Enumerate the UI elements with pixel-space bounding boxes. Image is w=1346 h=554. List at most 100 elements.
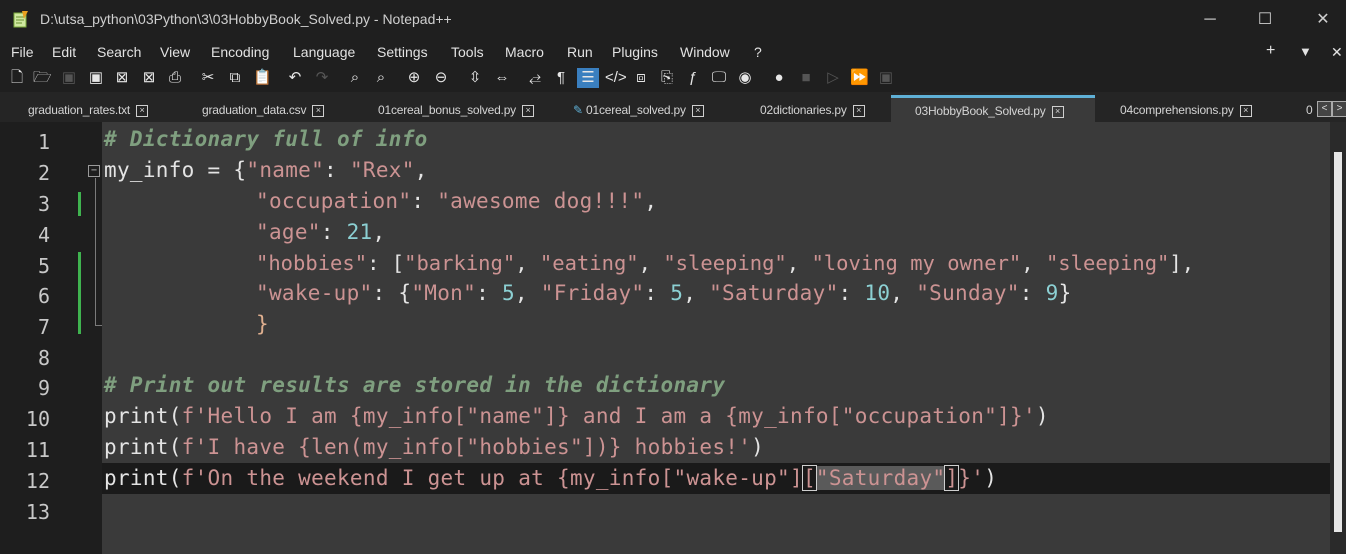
tab-close-icon[interactable]: × [136, 104, 149, 117]
menu-edit[interactable]: Edit [52, 44, 76, 60]
cut-icon[interactable]: ✂ [199, 68, 217, 88]
number-token: 9 [1045, 281, 1059, 305]
code-line-2: my_info = {"name": "Rex", [104, 158, 428, 182]
menu-run[interactable]: Run [567, 44, 593, 60]
tab-04comprehensions[interactable]: 04comprehensions.py × [1120, 98, 1252, 122]
string-token: "Friday" [540, 281, 645, 305]
xml-tag-icon[interactable]: </> [605, 68, 627, 88]
sync-vertical-icon[interactable]: ⇳ [466, 68, 484, 88]
string-token: "wake-up" [256, 281, 373, 305]
string-token: "Sunday" [916, 281, 1020, 305]
menu-tools[interactable]: Tools [451, 44, 484, 60]
close-all-icon[interactable]: ⊠ [140, 68, 158, 88]
code-token: , [414, 158, 428, 182]
folder-as-workspace-icon[interactable]: 🖵 [710, 68, 728, 88]
code-token: : [644, 281, 671, 305]
scrollbar-thumb[interactable] [1334, 152, 1342, 532]
maximize-button[interactable]: ☐ [1245, 6, 1285, 34]
tab-graduation-rates[interactable]: graduation_rates.txt × [28, 98, 149, 122]
tab-close-icon[interactable]: × [1239, 104, 1252, 117]
zoom-out-icon[interactable]: ⊖ [432, 68, 450, 88]
selected-text: "Saturday" [815, 466, 946, 490]
code-token: : [320, 220, 347, 244]
tab-01cereal-solved[interactable]: ✎ 01cereal_solved.py × [573, 98, 704, 122]
menu-view[interactable]: View [160, 44, 190, 60]
word-wrap-icon[interactable]: ⥄ [526, 68, 544, 88]
tab-graduation-data[interactable]: graduation_data.csv × [202, 98, 325, 122]
close-file-icon[interactable]: ⊠ [113, 68, 131, 88]
paste-icon[interactable]: 📋 [253, 68, 272, 88]
tab-02dictionaries[interactable]: 02dictionaries.py × [760, 98, 865, 122]
modified-pencil-icon: ✎ [573, 103, 583, 117]
string-token: "Rex" [349, 158, 415, 182]
line-number: 12 [25, 469, 50, 493]
find-icon[interactable]: ⌕ [346, 68, 364, 88]
replace-icon[interactable]: ⌕ [372, 68, 390, 88]
line-number-gutter: 1 2 3 4 5 6 7 8 9 10 11 12 13 [0, 122, 86, 554]
close-document-button[interactable]: ✕ [1331, 44, 1343, 61]
show-all-characters-icon[interactable]: ¶ [552, 68, 570, 88]
open-file-icon[interactable]: 🗁 [33, 68, 52, 88]
code-token: : [ [367, 251, 405, 275]
menu-file[interactable]: File [11, 44, 34, 60]
string-token: "name" [246, 158, 325, 182]
menu-settings[interactable]: Settings [377, 44, 428, 60]
string-token: "Mon" [411, 281, 477, 305]
menu-encoding[interactable]: Encoding [211, 44, 269, 60]
document-map-icon[interactable]: ⧈ [632, 68, 650, 88]
menu-language[interactable]: Language [293, 44, 355, 60]
fold-toggle-icon[interactable]: − [88, 165, 100, 177]
save-macro-icon[interactable]: ▣ [877, 68, 895, 88]
tab-close-icon[interactable]: × [1051, 105, 1064, 118]
menu-plugins[interactable]: Plugins [612, 44, 658, 60]
play-macro-icon[interactable]: ▷ [824, 68, 842, 88]
code-line-10: print(f'Hello I am {my_info["name"]} and… [104, 404, 1049, 428]
function-list-icon[interactable]: ƒ [684, 68, 702, 88]
new-tab-plus-button[interactable]: + [1266, 42, 1275, 60]
save-icon[interactable]: ▣ [60, 68, 78, 88]
document-list-icon[interactable]: ⎘ [658, 68, 676, 88]
minimize-button[interactable]: ─ [1190, 6, 1230, 34]
code-line-4: "age": 21, [256, 220, 385, 244]
tab-close-icon[interactable]: × [852, 104, 865, 117]
tab-scroll-left-button[interactable]: < [1317, 101, 1332, 117]
code-line-6: "wake-up": {"Mon": 5, "Friday": 5, "Satu… [256, 281, 1072, 305]
copy-icon[interactable]: ⧉ [226, 68, 244, 88]
document-tab-bar: graduation_rates.txt × graduation_data.cs… [0, 92, 1346, 122]
tab-close-icon[interactable]: × [312, 104, 325, 117]
run-macro-multiple-icon[interactable]: ⏩ [850, 68, 869, 88]
redo-icon[interactable]: ↷ [313, 68, 331, 88]
menu-window[interactable]: Window [680, 44, 730, 60]
tab-close-icon[interactable]: × [521, 104, 534, 117]
tab-overflow[interactable]: 0 [1306, 98, 1313, 122]
sync-horizontal-icon[interactable]: ⇔ [493, 68, 511, 88]
save-all-icon[interactable]: ▣ [87, 68, 105, 88]
monitoring-icon[interactable]: ◉ [736, 68, 754, 88]
record-macro-icon[interactable]: ● [770, 68, 788, 88]
vertical-scrollbar[interactable] [1330, 122, 1346, 554]
indent-guide-icon[interactable]: ☰ [577, 68, 599, 88]
code-token: print( [104, 404, 182, 428]
editor[interactable]: 1 2 3 4 5 6 7 8 9 10 11 12 13 − # Dictio… [0, 122, 1346, 554]
menu-macro[interactable]: Macro [505, 44, 544, 60]
comment-token: # Print out results are stored in the di… [104, 373, 726, 397]
close-button[interactable]: ✕ [1303, 6, 1343, 34]
zoom-in-icon[interactable]: ⊕ [405, 68, 423, 88]
tab-scroll-right-button[interactable]: > [1332, 101, 1346, 117]
line-number: 3 [37, 192, 50, 216]
undo-icon[interactable]: ↶ [286, 68, 304, 88]
code-token: , [638, 251, 664, 275]
menu-search[interactable]: Search [97, 44, 141, 60]
print-icon[interactable]: ⎙ [166, 68, 184, 88]
code-token: ) [751, 435, 765, 459]
code-token: : [838, 281, 865, 305]
stop-recording-icon[interactable]: ■ [797, 68, 815, 88]
menu-help[interactable]: ? [754, 44, 762, 60]
fold-margin[interactable] [86, 122, 102, 554]
tab-03hobbybook-solved[interactable]: 03HobbyBook_Solved.py × [891, 95, 1095, 122]
new-file-icon[interactable]: 🗋 [8, 68, 26, 88]
tab-close-icon[interactable]: × [691, 104, 704, 117]
code-token: } [1058, 281, 1072, 305]
tab-list-dropdown-button[interactable]: ▼ [1299, 44, 1312, 59]
tab-01cereal-bonus-solved[interactable]: 01cereal_bonus_solved.py × [378, 98, 534, 122]
